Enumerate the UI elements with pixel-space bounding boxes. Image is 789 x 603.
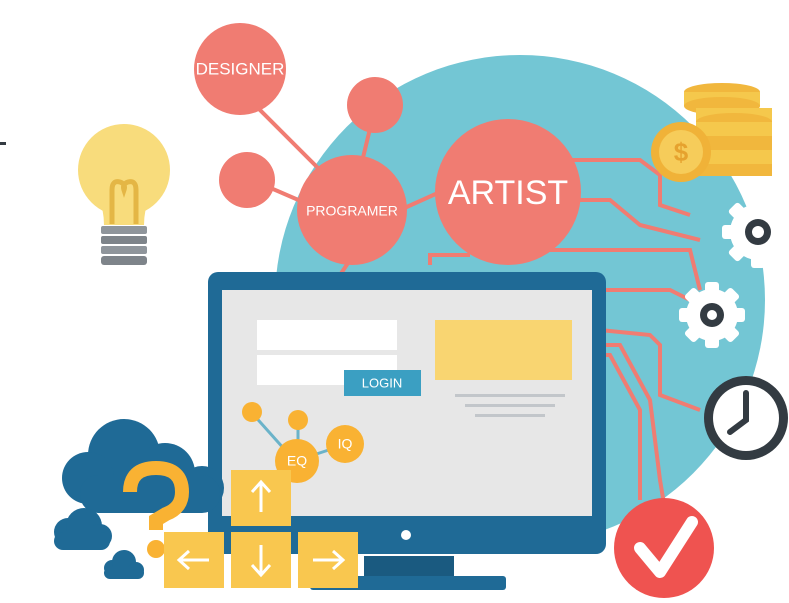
small-node-left bbox=[219, 152, 275, 208]
eq-label: EQ bbox=[287, 453, 307, 469]
cloud-icon-small bbox=[54, 508, 112, 550]
text-line bbox=[455, 394, 565, 397]
programer-label: PROGRAMER bbox=[306, 203, 398, 219]
cloud-icon-tiny bbox=[104, 550, 144, 579]
small-node-top bbox=[347, 77, 403, 133]
coins-icon: $ bbox=[651, 83, 772, 182]
svg-text:$: $ bbox=[674, 137, 689, 167]
login-button-label: LOGIN bbox=[362, 375, 402, 390]
text-line bbox=[465, 404, 555, 407]
username-input[interactable] bbox=[257, 320, 397, 350]
edge-mark bbox=[0, 142, 6, 145]
light-bulb-icon bbox=[78, 124, 170, 265]
gear-icon-small bbox=[679, 282, 745, 348]
content-block bbox=[435, 320, 572, 380]
small-dot bbox=[242, 402, 262, 422]
designer-label: DESIGNER bbox=[196, 59, 285, 78]
checkmark-icon bbox=[614, 498, 714, 598]
small-dot bbox=[288, 410, 308, 430]
iq-label: IQ bbox=[338, 436, 353, 452]
clock-icon bbox=[704, 376, 788, 460]
illustration-canvas: DESIGNER PROGRAMER ARTIST $ LOGIN EQ IQ bbox=[0, 23, 789, 598]
artist-label: ARTIST bbox=[448, 174, 568, 212]
illustration: DESIGNER PROGRAMER ARTIST $ LOGIN EQ IQ bbox=[0, 0, 789, 603]
text-line bbox=[475, 414, 545, 417]
